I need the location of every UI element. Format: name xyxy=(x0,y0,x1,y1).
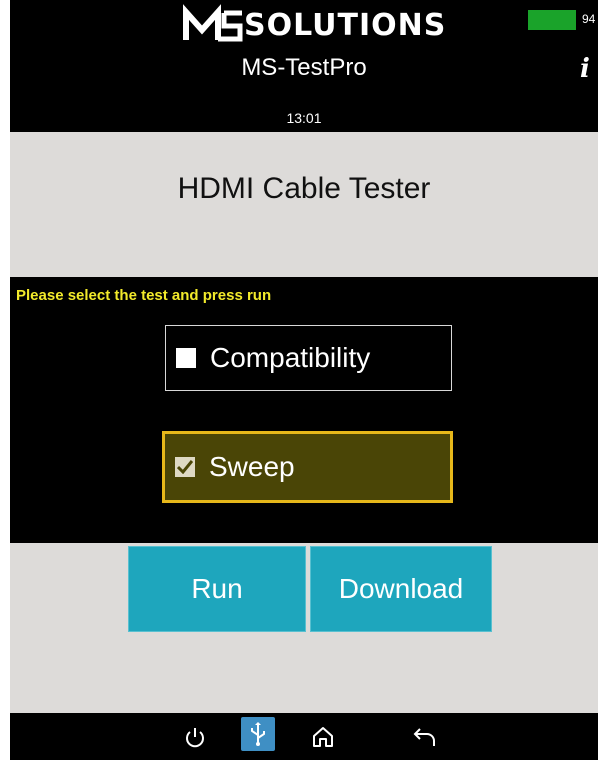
home-icon xyxy=(313,727,333,747)
window-left-edge xyxy=(0,0,10,760)
ms-logo-mark xyxy=(183,4,243,42)
checkmark-icon xyxy=(177,460,193,474)
title-panel: HDMI Cable Tester xyxy=(10,132,598,277)
sweep-option[interactable]: Sweep xyxy=(162,431,453,503)
run-button[interactable]: Run xyxy=(128,546,306,632)
back-button[interactable] xyxy=(408,720,442,754)
navigation-bar xyxy=(10,713,598,760)
test-selection-area: Please select the test and press run Com… xyxy=(10,277,598,543)
home-button[interactable] xyxy=(306,720,340,754)
power-button[interactable] xyxy=(178,720,212,754)
app-name: MS-TestPro xyxy=(241,54,367,81)
header: SOLUTIONS MS-TestPro 13:01 94 i xyxy=(10,0,598,132)
clock: 13:01 xyxy=(286,110,322,126)
app-screen: SOLUTIONS MS-TestPro 13:01 94 i HDMI Cab… xyxy=(10,0,598,760)
ms-solutions-logo: SOLUTIONS xyxy=(182,4,445,46)
window-right-edge xyxy=(598,0,604,760)
logo-text: SOLUTIONS xyxy=(244,8,447,43)
page-title: HDMI Cable Tester xyxy=(177,172,431,205)
sweep-label: Sweep xyxy=(209,451,295,482)
battery-percent: 94 xyxy=(582,12,596,26)
download-button[interactable]: Download xyxy=(310,546,492,632)
info-icon[interactable]: i xyxy=(580,56,598,82)
power-icon xyxy=(186,728,204,748)
compatibility-option[interactable]: Compatibility xyxy=(165,325,452,391)
usb-button[interactable] xyxy=(241,717,275,751)
usb-icon xyxy=(251,722,265,746)
action-panel: Run Download xyxy=(10,543,598,713)
back-icon xyxy=(413,728,435,746)
compatibility-label: Compatibility xyxy=(210,342,371,373)
compatibility-checkbox[interactable] xyxy=(176,348,196,368)
battery-indicator xyxy=(528,10,576,30)
instruction-text: Please select the test and press run xyxy=(16,287,272,304)
sweep-checkbox[interactable] xyxy=(175,457,195,477)
